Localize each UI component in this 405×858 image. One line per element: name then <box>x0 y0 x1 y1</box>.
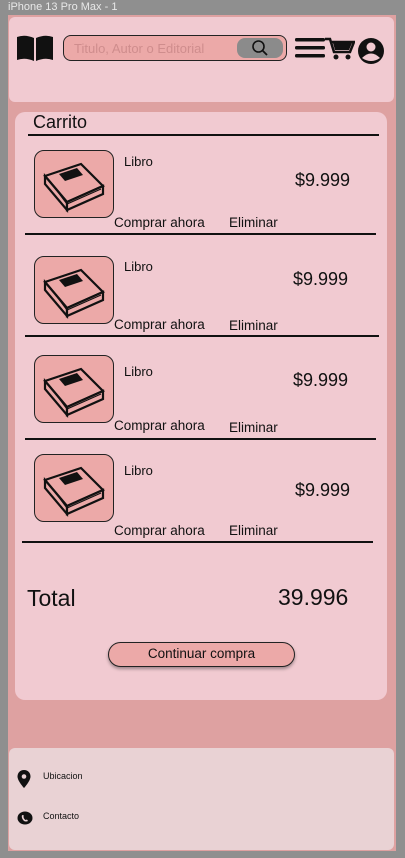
cart-item: Libro $9.999 Comprar ahora Eliminar <box>15 454 387 554</box>
location-pin-icon <box>17 770 31 788</box>
item-divider <box>25 233 376 235</box>
book-thumbnail <box>34 150 114 218</box>
book-icon <box>43 367 105 419</box>
continue-purchase-button[interactable]: Continuar compra <box>108 642 295 667</box>
cart-title: Carrito <box>33 112 88 132</box>
book-thumbnail <box>34 454 114 522</box>
buy-now-button[interactable]: Comprar ahora <box>114 523 205 538</box>
book-icon <box>43 162 105 214</box>
book-thumbnail <box>34 256 114 324</box>
footer: Ubicacion Contacto <box>9 748 394 850</box>
menu-icon[interactable] <box>295 37 325 59</box>
item-price: $9.999 <box>295 480 351 500</box>
header: Titulo, Autor o Editorial <box>9 17 394 102</box>
phone-screen: Titulo, Autor o Editorial Carrito Libro … <box>8 15 396 851</box>
title-divider <box>28 134 379 136</box>
location-label: Ubicacion <box>43 771 83 781</box>
search-input[interactable]: Titulo, Autor o Editorial <box>74 41 204 56</box>
book-icon[interactable] <box>15 33 55 63</box>
buy-now-button[interactable]: Comprar ahora <box>114 215 205 230</box>
item-name: Libro <box>124 259 153 274</box>
remove-button[interactable]: Eliminar <box>229 215 278 230</box>
cart-icon[interactable] <box>325 37 355 61</box>
buy-now-button[interactable]: Comprar ahora <box>114 317 205 332</box>
remove-button[interactable]: Eliminar <box>229 420 278 435</box>
total-label: Total <box>27 585 76 611</box>
phone-icon <box>17 811 33 825</box>
book-icon <box>43 466 105 518</box>
cart-panel: Carrito Libro $9.999 Comprar ahora Elimi… <box>15 112 387 700</box>
total-value: 39.996 <box>278 584 349 610</box>
item-divider <box>25 335 379 337</box>
cart-item: Libro $9.999 Comprar ahora Eliminar <box>15 150 387 250</box>
item-price: $9.999 <box>293 370 349 390</box>
buy-now-button[interactable]: Comprar ahora <box>114 418 205 433</box>
cart-item: Libro $9.999 Comprar ahora Eliminar <box>15 355 387 455</box>
item-name: Libro <box>124 154 153 169</box>
item-price: $9.999 <box>293 269 349 289</box>
item-name: Libro <box>124 463 153 478</box>
search-bar[interactable]: Titulo, Autor o Editorial <box>63 35 287 61</box>
book-thumbnail <box>34 355 114 423</box>
contact-label: Contacto <box>43 811 80 821</box>
item-name: Libro <box>124 364 153 379</box>
search-button[interactable] <box>237 38 283 58</box>
book-icon <box>43 268 105 320</box>
item-divider <box>25 438 376 440</box>
search-icon <box>252 40 268 56</box>
remove-button[interactable]: Eliminar <box>229 523 278 538</box>
item-divider <box>22 541 373 543</box>
frame-label: iPhone 13 Pro Max - 1 <box>8 1 118 13</box>
cart-item: Libro $9.999 Comprar ahora Eliminar <box>15 256 387 356</box>
item-price: $9.999 <box>295 170 351 190</box>
user-icon[interactable] <box>355 37 387 65</box>
remove-button[interactable]: Eliminar <box>229 318 278 333</box>
